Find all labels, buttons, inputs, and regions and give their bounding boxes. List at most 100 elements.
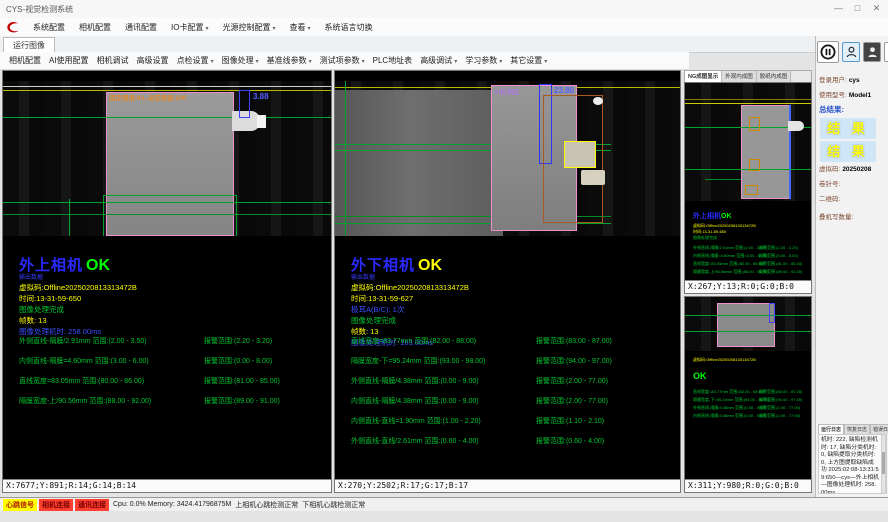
log-tab-2[interactable]: 错误日志 xyxy=(870,424,888,434)
alarm-range: 报警范围:(94.00 - 97.00) xyxy=(536,356,612,366)
toolbar-item-0[interactable]: 相机配置 xyxy=(5,55,45,66)
alarm-range: 报警范围:(0.00 - 8.00) xyxy=(204,356,272,366)
menu-item-3[interactable]: IO卡配置▾ xyxy=(164,22,215,33)
result-status: OK xyxy=(86,257,110,274)
toolbar-item-3[interactable]: 高级设置 xyxy=(133,55,173,66)
barcode-line: 虚拟码:Offline2025020813313472B xyxy=(19,282,137,293)
upper-camera-heartbeat: 上相机心跳检测正常 xyxy=(235,500,298,510)
toolbar-item-8[interactable]: PLC地址表 xyxy=(369,55,417,66)
measure-line xyxy=(705,179,741,180)
toolbar-item-2[interactable]: 相机调试 xyxy=(93,55,133,66)
close-icon[interactable]: ✕ xyxy=(867,1,886,16)
status-badge-1: 相机连接 xyxy=(39,499,73,511)
model-label: 使用型号: xyxy=(819,92,847,99)
result-status: OK xyxy=(721,213,732,220)
measure-value: 直线宽度=83.77mm 范围:(82.00 - 88.00) xyxy=(693,389,764,395)
lower-camera-heartbeat: 下相机心跳检测正常 xyxy=(302,500,365,510)
user-dark-icon xyxy=(867,46,878,58)
log-text: 机时: 222, 缺陷检测机时: 17, 缺陷分类机时: 0, 缺陷提取分类机时… xyxy=(818,434,887,494)
measurement-row: 隔膜宽度-上/90.56mm 范围:(88.00 - 92.00)报警范围:(8… xyxy=(19,396,329,416)
toolbar-item-4[interactable]: 点检设置▾ xyxy=(173,55,218,66)
measure-value: 直线宽度=83.05mm 范围:(80.00 - 86.00) xyxy=(693,261,764,267)
measure-value: 内侧直线-隔膜/4.38mm 范围:(0.00 - 9.00) xyxy=(351,396,479,406)
ai-region-label: AI检测区 xyxy=(494,86,520,96)
chevron-down-icon: ▾ xyxy=(211,59,214,65)
menu-item-6[interactable]: 系统语言切换 xyxy=(318,22,380,33)
menu-item-4[interactable]: 光源控制配置▾ xyxy=(215,22,282,33)
result-status: OK xyxy=(418,257,442,274)
measurement-row: 隔膜宽度-下=95.24mm 范围:(93.00 - 98.00) 报警范围:(9… xyxy=(351,356,678,376)
menu-item-1[interactable]: 相机配置 xyxy=(72,22,118,33)
pause-button[interactable] xyxy=(817,41,839,63)
product-region-overlay xyxy=(717,303,775,347)
camera-title: 外下相机 xyxy=(351,257,415,274)
done-line: 图像处理完成 xyxy=(19,304,137,315)
exit-button[interactable] xyxy=(884,42,888,62)
thumb-tab-2[interactable]: 胶纸内成图 xyxy=(757,71,792,82)
frames-line: 帧数: 13 xyxy=(19,315,137,326)
measure-value: 隔膜宽度-上/90.56mm 范围:(88.00 - 92.00) xyxy=(19,396,151,406)
camera-title: 外上相机 xyxy=(693,213,721,220)
log-tabs: 运行日志恢复日志错误日志 xyxy=(818,424,887,434)
done-line: 图像处理完成 xyxy=(351,315,469,326)
measurement-row: 内侧直线-隔膜=4.60mm 范围:(3.00 - 6.00)报警范围:(0.0… xyxy=(693,253,809,261)
toolbar-item-7[interactable]: 测试项参数▾ xyxy=(316,55,369,66)
measure-line xyxy=(685,331,811,332)
chevron-down-icon: ▾ xyxy=(544,59,547,65)
measure-value-tag: 3.88 xyxy=(253,92,269,101)
menu-item-0[interactable]: 系统配置 xyxy=(26,22,72,33)
defect-marker xyxy=(749,159,760,171)
thumb-bottom-image[interactable] xyxy=(685,297,811,351)
thumb-top-image[interactable] xyxy=(685,83,811,201)
tab-strip: 运行图像 xyxy=(0,36,815,53)
measure-value: 隔膜宽度-下=95.24mm 范围:(93.00 - 98.00) xyxy=(351,356,485,366)
log-scrollbar[interactable] xyxy=(881,434,886,494)
model-row: 使用型号:Model1 xyxy=(819,89,871,99)
login-user-label: 登录用户: xyxy=(819,77,847,84)
alarm-range: 报警范围:(83.00 - 87.00) xyxy=(536,336,612,346)
menu-items: 系统配置相机配置通讯配置IO卡配置▾光源控制配置▾查看▾系统语言切换 xyxy=(26,22,380,33)
login-user-value: cys xyxy=(849,77,860,84)
alarm-range: 报警范围:(2.00 - 77.00) xyxy=(536,376,608,386)
measure-value: 外侧直线-隔膜/2.91mm 范围:(2.00 - 3.50) xyxy=(19,336,147,346)
toolbar-item-1[interactable]: AI使用配置 xyxy=(45,55,93,66)
mid-result-block: 外下相机OK 输出数据 虚拟码:Offline2025020813313472B… xyxy=(351,254,469,348)
status-badge-2: 通讯连接 xyxy=(75,499,109,511)
thumb-bottom-rows: 直线宽度=83.77mm 范围:(82.00 - 88.00)报警范围:(83.… xyxy=(693,389,809,421)
cpu-memory-text: Cpu: 0.0% Memory: 3424.41796875M xyxy=(113,501,231,508)
thumbnail-tabs: NG成图显示外观内成图胶纸内成图 xyxy=(684,70,812,82)
scrollbar-thumb[interactable] xyxy=(882,452,885,474)
toolbar-item-11[interactable]: 其它设置▾ xyxy=(506,55,551,66)
vcode-row: 虚拟码:20250208 xyxy=(819,163,871,173)
menu-item-2[interactable]: 通讯配置 xyxy=(118,22,164,33)
mid-camera-image[interactable]: AI检测区 23.80 xyxy=(335,81,680,236)
time-line: 时间:13-31-59-627 xyxy=(351,293,469,304)
left-camera-image[interactable]: 3.88 固定阈值:93, 动态阈值:100 xyxy=(3,81,331,236)
toolbar-item-10[interactable]: 学习参数▾ xyxy=(461,55,506,66)
thumb-tab-0[interactable]: NG成图显示 xyxy=(685,71,722,82)
toolbar-item-9[interactable]: 高级调试▾ xyxy=(416,55,461,66)
menu-item-5[interactable]: 查看▾ xyxy=(282,22,317,33)
measurement-row: 隔膜宽度-下=95.24mm 范围:(93.00 - 98.00)报警范围:(9… xyxy=(693,397,809,405)
measure-value: 隔膜宽度-上/90.56mm 范围:(88.00 - 92.00) xyxy=(693,269,769,275)
defect-marker xyxy=(745,185,758,195)
user-switch-button[interactable] xyxy=(863,42,881,62)
measurement-row: 内侧直线-直线=1.90mm 范围:(1.00 - 2.20)报警范围:(1.1… xyxy=(351,416,678,436)
toolbar-item-6[interactable]: 基准线参数▾ xyxy=(263,55,316,66)
toolbar-item-5[interactable]: 图像处理▾ xyxy=(218,55,263,66)
log-tab-1[interactable]: 恢复日志 xyxy=(844,424,870,434)
minimize-icon[interactable]: — xyxy=(829,1,848,16)
current-user-button[interactable] xyxy=(842,42,860,62)
measure-line xyxy=(345,81,346,236)
chevron-down-icon: ▾ xyxy=(307,26,310,32)
barcode-line: 虚拟码:Offline2025020813313472B xyxy=(693,357,756,363)
thumb-top-coord-readout: X:267;Y:13;R:0;G:0;B:0 xyxy=(685,280,811,293)
connector-cap xyxy=(257,115,266,128)
alarm-range: 报警范围:(2.00 - 77.00) xyxy=(759,405,800,411)
thumb-tab-1[interactable]: 外观内成图 xyxy=(722,71,757,82)
maximize-icon[interactable]: □ xyxy=(848,1,867,16)
measure-value: 内侧直线-直线=1.90mm 范围:(1.00 - 2.20) xyxy=(351,416,481,426)
frame-line xyxy=(3,86,331,87)
log-tab-0[interactable]: 运行日志 xyxy=(818,424,844,434)
measure-value: 外侧直线-隔膜/4.38mm 范围:(0.00 - 9.00) xyxy=(693,405,766,411)
